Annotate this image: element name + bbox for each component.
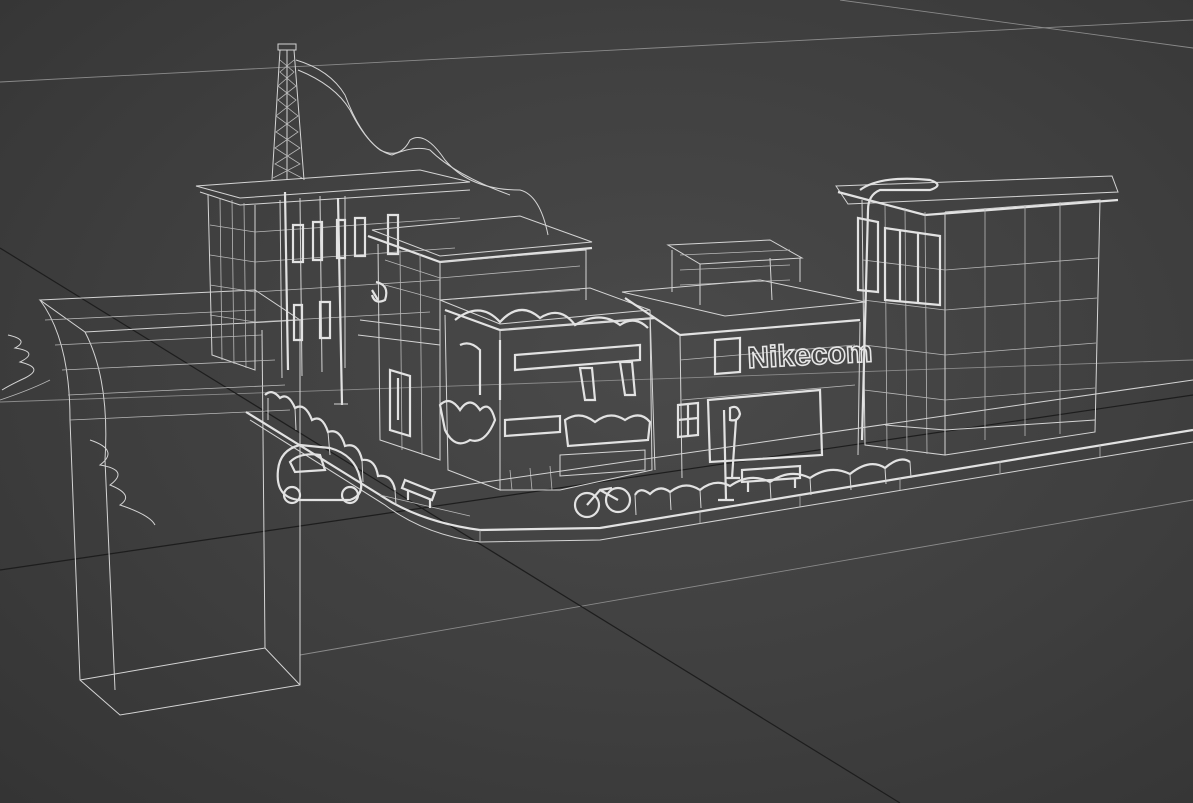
shop-center[interactable] bbox=[438, 287, 656, 491]
store-sign: Nikecom bbox=[747, 335, 874, 375]
bicycle[interactable] bbox=[573, 486, 632, 519]
tall-building-right[interactable] bbox=[835, 175, 1119, 456]
3d-viewport[interactable]: Nikecom bbox=[0, 0, 1193, 803]
home-grid bbox=[0, 0, 1193, 803]
transmission-tower[interactable] bbox=[271, 43, 549, 236]
street-lamp[interactable] bbox=[718, 409, 734, 502]
sign-building[interactable]: Nikecom bbox=[621, 239, 874, 480]
tall-building-left[interactable] bbox=[195, 169, 471, 406]
parked-car[interactable] bbox=[276, 443, 363, 505]
wireframe-scene[interactable]: Nikecom bbox=[0, 0, 1193, 803]
